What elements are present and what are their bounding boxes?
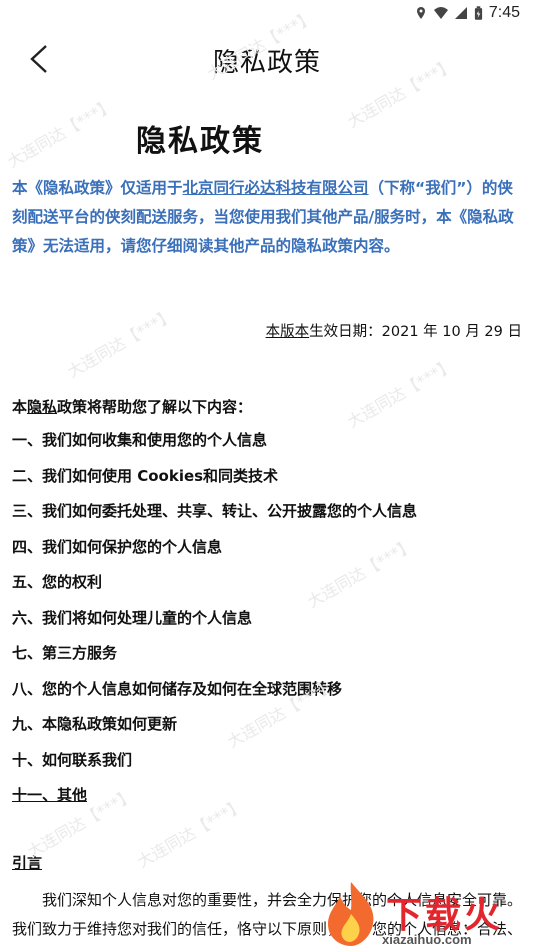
navigation-bar: 隐私政策 bbox=[0, 28, 534, 90]
flame-icon bbox=[328, 882, 374, 946]
toc-item[interactable]: 一、我们如何收集和使用您的个人信息 bbox=[12, 430, 522, 466]
toc-item[interactable]: 十一、其他 bbox=[12, 785, 522, 821]
wifi-icon bbox=[433, 7, 448, 19]
toc-item[interactable]: 八、您的个人信息如何储存及如何在全球范围转移 bbox=[12, 679, 522, 715]
location-icon bbox=[416, 7, 425, 19]
toc-item[interactable]: 二、我们如何使用 Cookies和同类技术 bbox=[12, 466, 522, 502]
toc-item[interactable]: 三、我们如何委托处理、共享、转让、公开披露您的个人信息 bbox=[12, 501, 522, 537]
effective-date-value: 生效日期：2021 年 10 月 29 日 bbox=[309, 324, 522, 340]
battery-icon bbox=[474, 5, 482, 20]
policy-content[interactable]: 隐私政策 本《隐私政策》仅适用于北京同行必达科技有限公司（下称“我们”）的侠刻配… bbox=[0, 90, 534, 950]
toc-item[interactable]: 七、第三方服务 bbox=[12, 643, 522, 679]
intro-text-1: 本《隐私政策》仅适用于 bbox=[12, 179, 183, 197]
clock: 7:45 bbox=[488, 4, 520, 21]
status-bar: 7:45 bbox=[0, 0, 534, 28]
toc-intro-a: 本 bbox=[12, 398, 28, 416]
table-of-contents: 一、我们如何收集和使用您的个人信息 二、我们如何使用 Cookies和同类技术 … bbox=[12, 430, 522, 821]
toc-item[interactable]: 六、我们将如何处理儿童的个人信息 bbox=[12, 608, 522, 644]
toc-item[interactable]: 十、如何联系我们 bbox=[12, 750, 522, 786]
toc-item[interactable]: 九、本隐私政策如何更新 bbox=[12, 714, 522, 750]
effective-date: 本版本生效日期：2021 年 10 月 29 日 bbox=[266, 320, 522, 341]
toc-intro: 本隐私政策将帮助您了解以下内容： bbox=[12, 396, 252, 417]
brand-url: xiazaihuo.com bbox=[382, 932, 472, 947]
document-title: 隐私政策 bbox=[136, 124, 264, 159]
toc-intro-b: 隐私 bbox=[27, 398, 58, 416]
site-logo: 下载火 xiazaihuo.com bbox=[310, 872, 534, 950]
signal-icon bbox=[454, 7, 467, 19]
toc-intro-c: 政策将帮助您了解以下内容： bbox=[57, 398, 253, 416]
intro-paragraph: 本《隐私政策》仅适用于北京同行必达科技有限公司（下称“我们”）的侠刻配送平台的侠… bbox=[12, 174, 524, 261]
company-name: 北京同行必达科技有限公司 bbox=[182, 179, 369, 197]
brand-name: 下载火 bbox=[386, 895, 504, 936]
toc-item[interactable]: 五、您的权利 bbox=[12, 572, 522, 608]
toc-item[interactable]: 四、我们如何保护您的个人信息 bbox=[12, 537, 522, 573]
page-title: 隐私政策 bbox=[212, 48, 321, 78]
effective-date-version: 本版本 bbox=[265, 324, 310, 340]
preface-heading: 引言 bbox=[12, 854, 43, 872]
